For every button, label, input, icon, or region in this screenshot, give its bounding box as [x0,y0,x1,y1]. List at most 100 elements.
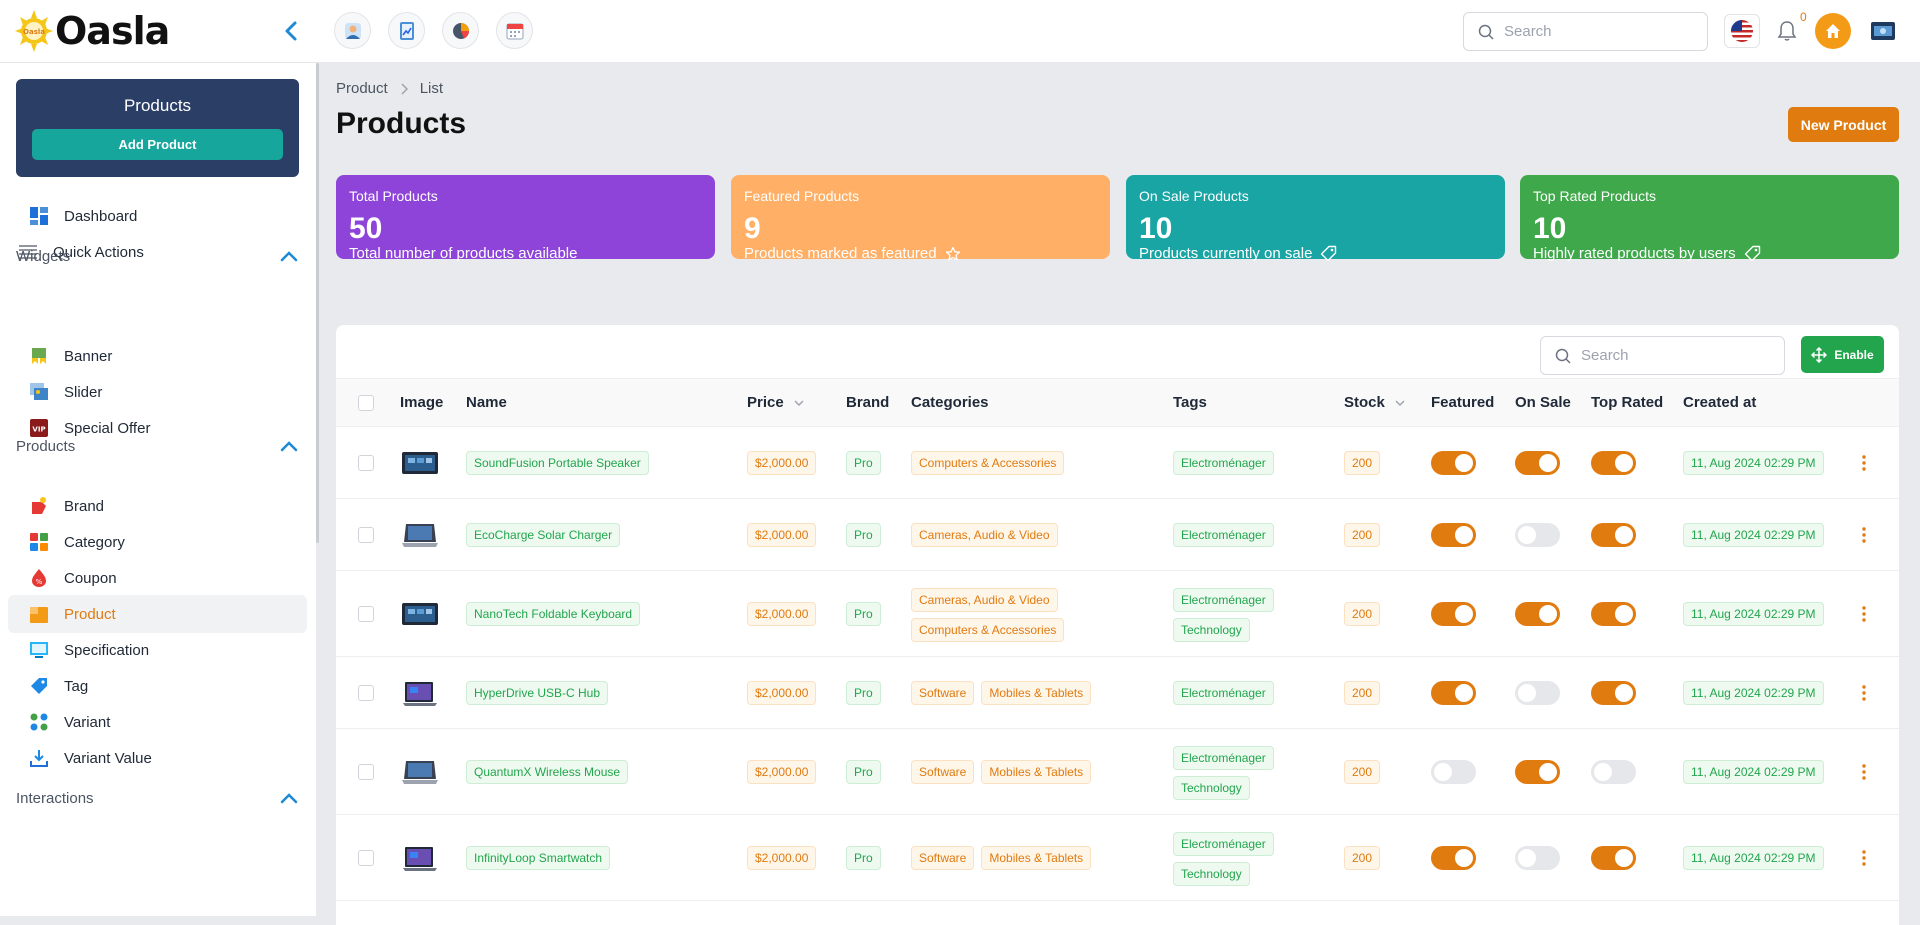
more-options-icon[interactable] [1861,526,1867,544]
featured-toggle[interactable] [1431,846,1476,870]
enable-reorder-button[interactable]: Enable [1801,336,1884,373]
more-options-icon[interactable] [1861,763,1867,781]
us-flag-icon[interactable] [1724,14,1760,48]
category-badge: Mobiles & Tablets [981,760,1092,784]
row-checkbox[interactable] [358,764,374,780]
sidebar-item-banner[interactable]: Banner [8,337,307,375]
breadcrumb-product-link[interactable]: Product [336,80,388,97]
featured-toggle[interactable] [1431,760,1476,784]
sidebar-item-slider[interactable]: Slider [8,373,307,411]
table-search-input[interactable] [1581,347,1761,364]
category-badge: Software [911,681,975,705]
breadcrumb-current: List [419,80,444,97]
on-sale-toggle[interactable] [1515,760,1560,784]
top-rated-toggle[interactable] [1591,846,1636,870]
chevron-down-icon [794,400,804,406]
on-sale-toggle[interactable] [1515,846,1560,870]
product-name-link[interactable]: EcoCharge Solar Charger [466,523,621,547]
brand-badge: Pro [846,451,881,475]
product-name-link[interactable]: NanoTech Foldable Keyboard [466,602,641,626]
brand-icon [32,497,46,514]
row-checkbox[interactable] [358,685,374,701]
price-badge: $2,000.00 [747,602,817,626]
product-thumbnail[interactable] [400,520,440,550]
column-header-image: Image [400,394,444,411]
chevron-up-icon[interactable] [279,439,299,453]
product-thumbnail[interactable] [400,678,440,708]
featured-toggle[interactable] [1431,602,1476,626]
sidebar-item-specification[interactable]: Specification [8,631,307,669]
sidebar-section-widgets[interactable]: Widgets [16,244,299,268]
tags-cell: Electroménager [1173,681,1274,705]
product-thumbnail[interactable] [400,843,440,873]
chevron-down-icon [1395,400,1405,406]
chevron-up-icon[interactable] [279,249,299,263]
notification-bell-icon[interactable] [1774,18,1800,44]
row-checkbox[interactable] [358,850,374,866]
sidebar-item-coupon[interactable]: % Coupon [8,559,307,597]
select-all-checkbox[interactable] [358,395,374,411]
featured-toggle[interactable] [1431,523,1476,547]
sidebar-item-variant-value[interactable]: Variant Value [8,739,307,777]
report-icon[interactable] [388,12,425,49]
new-product-button[interactable]: New Product [1788,107,1899,142]
row-checkbox[interactable] [358,527,374,543]
global-search-input[interactable] [1504,23,1684,40]
stock-badge: 200 [1344,523,1381,547]
row-checkbox[interactable] [358,606,374,622]
sidebar-item-variant[interactable]: Variant [8,703,307,741]
sidebar-item-dashboard[interactable]: Dashboard [8,197,307,235]
sidebar-item-category[interactable]: Category [8,523,307,561]
sidebar-products-card: Products Add Product [16,79,299,177]
sidebar-scrollbar[interactable] [316,63,319,543]
on-sale-toggle[interactable] [1515,523,1560,547]
collapse-sidebar-icon[interactable] [280,19,304,43]
stat-title: Total Products [349,188,438,204]
column-header-stock[interactable]: Stock [1344,394,1405,411]
more-options-icon[interactable] [1861,684,1867,702]
product-name-link[interactable]: HyperDrive USB-C Hub [466,681,609,705]
product-thumbnail[interactable] [400,599,440,629]
top-rated-toggle[interactable] [1591,523,1636,547]
home-icon[interactable] [1815,13,1851,49]
sidebar-section-interactions[interactable]: Interactions [16,786,299,810]
sidebar-item-tag[interactable]: Tag [8,667,307,705]
user-profile-icon[interactable] [334,12,371,49]
more-options-icon[interactable] [1861,605,1867,623]
on-sale-toggle[interactable] [1515,451,1560,475]
sidebar-item-product[interactable]: Product [8,595,307,633]
product-name-link[interactable]: QuantumX Wireless Mouse [466,760,629,784]
top-rated-toggle[interactable] [1591,602,1636,626]
row-checkbox[interactable] [358,455,374,471]
product-name-link[interactable]: InfinityLoop Smartwatch [466,846,611,870]
svg-text:Oasla: Oasla [23,28,45,36]
language-flag-icon[interactable] [1871,22,1895,40]
analytics-pie-icon[interactable] [442,12,479,49]
sidebar-item-brand[interactable]: Brand [8,487,307,525]
chevron-up-icon[interactable] [279,791,299,805]
column-header-featured: Featured [1431,394,1495,411]
logo[interactable]: Oasla Oasla [14,8,170,54]
table-search[interactable] [1540,336,1785,375]
on-sale-toggle[interactable] [1515,602,1560,626]
toggle-knob [1518,526,1536,544]
stat-value: 50 [349,212,383,245]
sidebar-section-products[interactable]: Products [16,434,299,458]
top-rated-toggle[interactable] [1591,760,1636,784]
column-header-price[interactable]: Price [747,394,804,411]
global-search[interactable] [1463,12,1708,51]
on-sale-toggle[interactable] [1515,681,1560,705]
top-rated-toggle[interactable] [1591,451,1636,475]
add-product-button[interactable]: Add Product [32,129,283,160]
product-thumbnail[interactable] [400,448,440,478]
product-name-link[interactable]: SoundFusion Portable Speaker [466,451,649,475]
featured-toggle[interactable] [1431,681,1476,705]
featured-toggle[interactable] [1431,451,1476,475]
top-rated-toggle[interactable] [1591,681,1636,705]
calendar-icon[interactable] [496,12,533,49]
stat-card-top-rated-products: Top Rated Products 10 Highly rated produ… [1520,175,1899,262]
more-options-icon[interactable] [1861,849,1867,867]
more-options-icon[interactable] [1861,454,1867,472]
section-title: Products [16,437,76,455]
product-thumbnail[interactable] [400,757,440,787]
